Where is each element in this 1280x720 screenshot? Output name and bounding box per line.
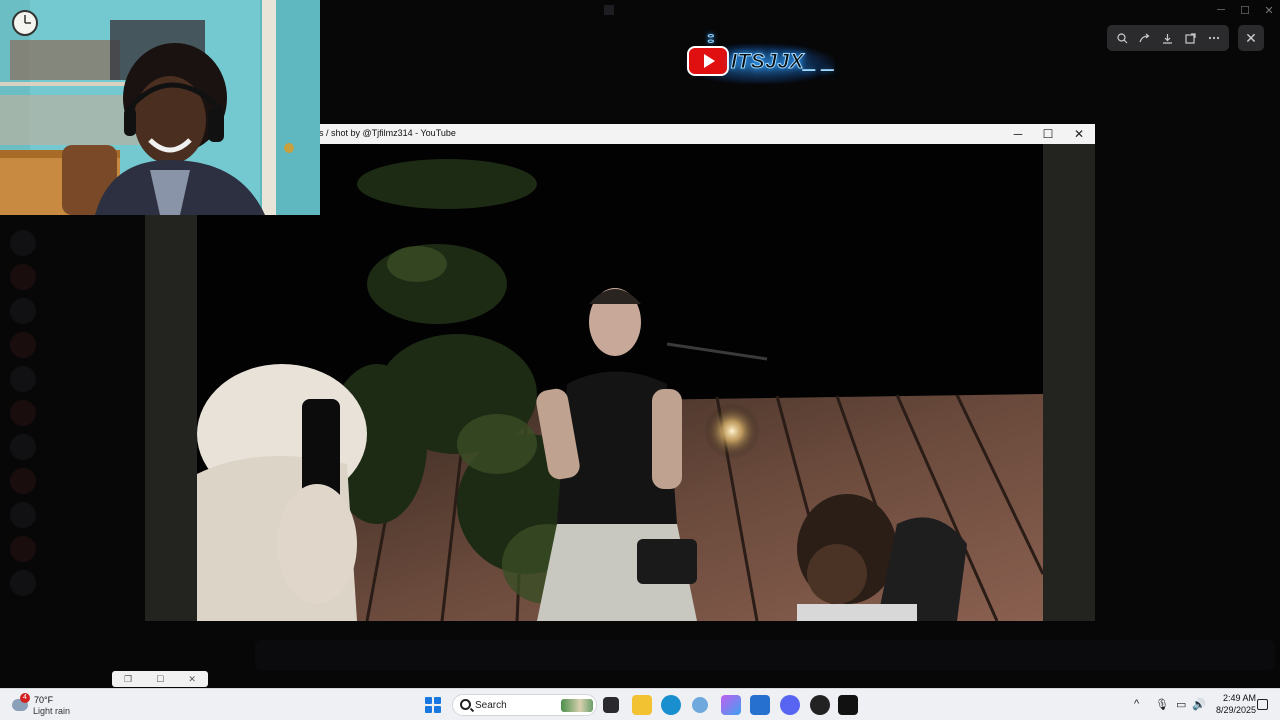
video-right-pillarbox <box>1043 144 1095 621</box>
channel-item[interactable] <box>40 274 150 296</box>
close-icon: ✕ <box>1245 29 1257 46</box>
chevron-up-icon[interactable]: ^ <box>1134 698 1139 710</box>
video-frame <box>197 144 1043 621</box>
channel-item[interactable] <box>40 296 150 318</box>
notification-icon[interactable] <box>1257 699 1268 710</box>
viewer-close-button[interactable]: ✕ <box>1238 25 1264 51</box>
epic-games-icon[interactable] <box>838 695 858 715</box>
task-view-icon[interactable] <box>603 697 619 713</box>
server-item[interactable] <box>10 230 36 256</box>
webcam-overlay <box>0 0 320 215</box>
search-placeholder: Search <box>475 700 507 711</box>
weather-temperature: 70°F <box>34 695 54 705</box>
server-item[interactable] <box>10 332 36 358</box>
youtube-icon <box>687 46 729 76</box>
channel-item[interactable] <box>40 230 150 252</box>
file-explorer-icon[interactable] <box>632 695 652 715</box>
download-icon[interactable] <box>1159 29 1177 47</box>
youtube-minimize-button[interactable]: ─ <box>1003 125 1033 143</box>
microphone-icon[interactable]: 🎙 <box>1155 698 1169 711</box>
taskbar-search-box[interactable]: Search <box>452 694 597 716</box>
youtube-maximize-button[interactable]: ☐ <box>1033 125 1063 143</box>
desktop-screen: ─ ☐ ✕ ✕ ⵓ ITSJJX_ _ s / shot by @Tjfilmz… <box>0 0 1280 720</box>
youtube-window-title: s / shot by @Tjfilmz314 - YouTube <box>319 128 456 138</box>
server-item[interactable] <box>10 298 36 324</box>
server-item[interactable] <box>10 264 36 290</box>
volume-icon[interactable]: 🔊 <box>1192 698 1206 711</box>
search-highlight-image <box>561 699 593 712</box>
app-icon[interactable] <box>692 697 708 713</box>
background-server-list <box>10 230 36 604</box>
open-external-icon[interactable] <box>1182 29 1200 47</box>
server-item[interactable] <box>10 570 36 596</box>
restore-icon[interactable]: ❐ <box>124 674 132 685</box>
background-message-input[interactable] <box>255 640 1275 670</box>
system-clock[interactable]: 2:49 AM 8/29/2025 <box>1210 692 1256 716</box>
background-minimize-button[interactable]: ─ <box>1214 4 1228 16</box>
store-icon[interactable] <box>750 695 770 715</box>
background-close-button[interactable]: ✕ <box>1262 4 1276 17</box>
server-item[interactable] <box>10 468 36 494</box>
taskbar: 4 70°F Light rain Search ^ 🎙 ▭ 🔊 2:49 AM… <box>0 688 1280 720</box>
background-window-title <box>604 5 620 17</box>
viewer-toolbar <box>1107 25 1229 51</box>
channel-item[interactable] <box>40 252 150 274</box>
network-icon[interactable]: ▭ <box>1176 698 1186 711</box>
close-icon[interactable]: ✕ <box>188 674 196 685</box>
mini-window-controls: ❐ ☐ ✕ <box>112 671 208 687</box>
windows-start-icon[interactable] <box>425 697 441 713</box>
server-item[interactable] <box>10 400 36 426</box>
zoom-icon[interactable] <box>1113 29 1131 47</box>
webcam-frame <box>0 0 320 215</box>
channel-item[interactable] <box>40 362 150 384</box>
background-channel-list <box>40 230 150 406</box>
copilot-icon[interactable] <box>721 695 741 715</box>
edge-browser-icon[interactable] <box>661 695 681 715</box>
server-item[interactable] <box>10 366 36 392</box>
video-player[interactable] <box>197 144 1043 621</box>
clock-date: 8/29/2025 <box>1215 705 1256 715</box>
obs-icon[interactable] <box>810 695 830 715</box>
video-left-pillarbox <box>145 144 197 621</box>
spark-icon: ⵓ <box>707 32 715 46</box>
clock-time: 2:49 AM <box>1222 693 1256 703</box>
weather-description: Light rain <box>33 706 71 716</box>
channel-item[interactable] <box>40 340 150 362</box>
youtube-close-button[interactable]: ✕ <box>1064 125 1094 143</box>
discord-icon[interactable] <box>780 695 800 715</box>
share-icon[interactable] <box>1136 29 1154 47</box>
server-item[interactable] <box>10 434 36 460</box>
background-maximize-button[interactable]: ☐ <box>1238 4 1252 17</box>
channel-logo: ⵓ ITSJJX_ _ <box>685 32 835 88</box>
search-icon <box>460 699 471 710</box>
channel-item[interactable] <box>40 318 150 340</box>
server-item[interactable] <box>10 536 36 562</box>
server-item[interactable] <box>10 502 36 528</box>
maximize-icon[interactable]: ☐ <box>156 674 164 685</box>
weather-alert-badge: 4 <box>20 693 30 703</box>
channel-item[interactable] <box>40 384 150 406</box>
logo-text: ITSJJX_ _ <box>731 50 835 74</box>
more-icon[interactable] <box>1205 29 1223 47</box>
weather-widget[interactable]: 4 70°F Light rain <box>10 693 100 717</box>
